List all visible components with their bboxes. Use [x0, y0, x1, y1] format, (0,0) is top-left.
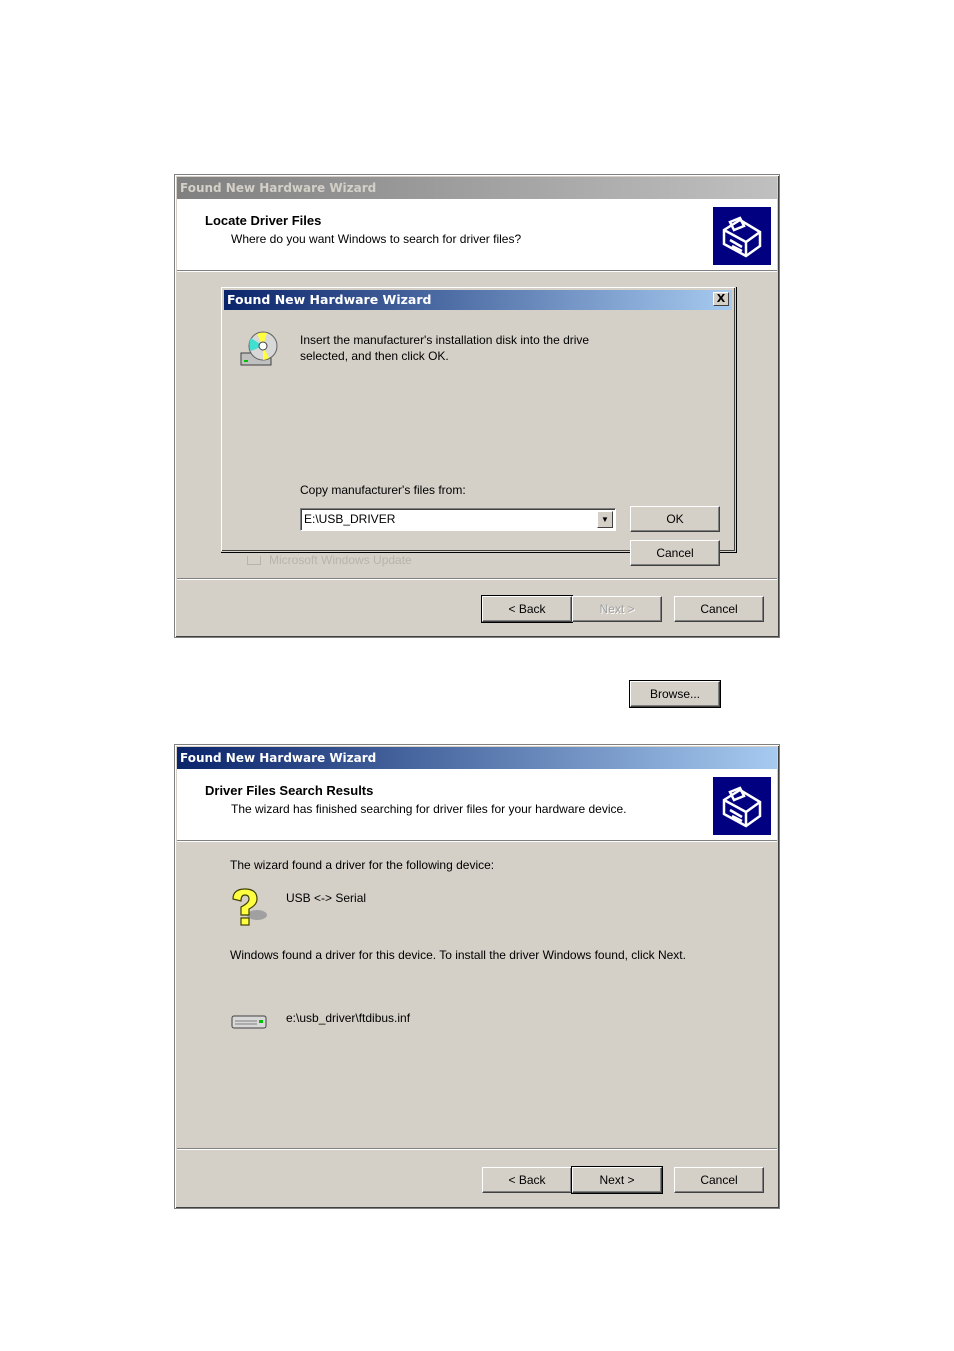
wizard-header: Driver Files Search Results The wizard h… — [177, 769, 777, 841]
device-name: USB <-> Serial — [286, 891, 367, 905]
dialog-title-text: Found New Hardware Wizard — [227, 292, 432, 307]
header-title: Locate Driver Files — [205, 213, 322, 228]
window-title: Found New Hardware Wizard — [177, 747, 777, 769]
window-title: Found New Hardware Wizard — [177, 177, 777, 199]
unknown-device-icon — [227, 885, 271, 929]
cancel-button[interactable]: Cancel — [674, 1167, 764, 1193]
back-button[interactable]: < Back — [481, 595, 573, 623]
windows-update-checkbox: Microsoft Windows Update — [247, 553, 412, 567]
footer-divider — [177, 578, 777, 580]
copy-from-combobox[interactable]: E:\USB_DRIVER ▼ — [300, 508, 616, 531]
dropdown-arrow-icon[interactable]: ▼ — [597, 511, 613, 528]
dialog-message: Insert the manufacturer's installation d… — [300, 333, 590, 363]
driver-path: e:\usb_driver\ftdibus.inf — [286, 1011, 411, 1025]
close-button[interactable]: X — [713, 292, 729, 306]
wizard-header: Locate Driver Files Where do you want Wi… — [177, 199, 777, 271]
copy-from-label: Copy manufacturer's files from: — [300, 483, 466, 497]
hardware-wizard-icon — [713, 777, 771, 835]
header-title: Driver Files Search Results — [205, 783, 374, 798]
insert-disk-dialog: Found New Hardware Wizard X Insert the m… — [220, 286, 736, 708]
driver-file-icon — [231, 1013, 269, 1031]
hardware-wizard-icon — [713, 207, 771, 265]
browse-button[interactable]: Browse... — [629, 680, 721, 708]
cancel-button[interactable]: Cancel — [674, 596, 764, 622]
cd-drive-icon — [239, 329, 279, 369]
found-driver-label: The wizard found a driver for the follow… — [230, 858, 495, 872]
next-button[interactable]: Next > — [572, 596, 662, 622]
instruction-text: Windows found a driver for this device. … — [230, 948, 686, 962]
dialog-title: Found New Hardware Wizard X — [224, 290, 732, 310]
windows-update-label: Microsoft Windows Update — [269, 553, 412, 567]
header-subtitle: Where do you want Windows to search for … — [231, 232, 522, 246]
footer-divider — [177, 1148, 777, 1150]
wizard-window-search-results: Found New Hardware Wizard Driver Files S… — [174, 744, 780, 1209]
copy-from-value[interactable]: E:\USB_DRIVER — [304, 512, 395, 526]
ok-button[interactable]: OK — [630, 506, 720, 532]
back-button[interactable]: < Back — [482, 1167, 572, 1193]
dialog-cancel-button[interactable]: Cancel — [630, 540, 720, 566]
next-button[interactable]: Next > — [571, 1166, 663, 1194]
header-subtitle: The wizard has finished searching for dr… — [231, 802, 627, 816]
wizard-window-locate-driver: Found New Hardware Wizard Locate Driver … — [174, 174, 780, 708]
